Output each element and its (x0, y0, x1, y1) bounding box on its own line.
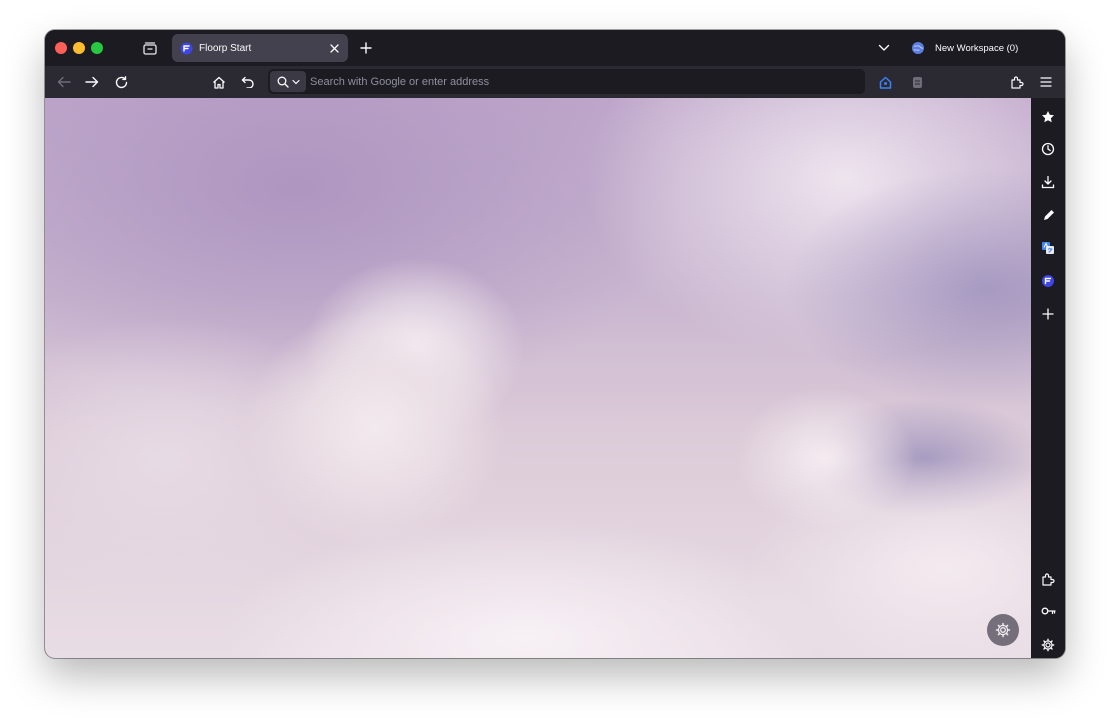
back-icon[interactable] (55, 73, 73, 91)
gear-icon (995, 622, 1011, 638)
add-panel-icon[interactable] (1036, 302, 1060, 326)
reload-icon[interactable] (112, 73, 130, 91)
menu-icon[interactable] (1037, 73, 1055, 91)
browser-window: Floorp Start New Workspace (0) (45, 30, 1065, 658)
passwords-key-icon[interactable] (1036, 599, 1060, 623)
home-icon[interactable] (210, 73, 228, 91)
close-tab-icon[interactable] (326, 40, 342, 56)
floorp-home-icon[interactable] (876, 73, 894, 91)
close-window-button[interactable] (55, 42, 67, 54)
url-input[interactable] (310, 71, 865, 92)
notes-pencil-icon[interactable] (1036, 203, 1060, 227)
tab-manager-icon[interactable] (141, 39, 159, 57)
navigation-toolbar (45, 66, 1065, 98)
forward-icon[interactable] (83, 73, 101, 91)
search-engine-button[interactable] (270, 71, 306, 92)
title-bar: Floorp Start New Workspace (0) (45, 30, 1065, 66)
maximize-window-button[interactable] (91, 42, 103, 54)
bookmarks-star-icon[interactable] (1036, 105, 1060, 129)
new-tab-plus-icon[interactable] (357, 39, 375, 57)
search-icon (277, 76, 289, 88)
workspace-label: New Workspace (0) (935, 42, 1019, 54)
translate-icon[interactable] (1036, 236, 1060, 260)
extensions-icon[interactable] (1008, 73, 1026, 91)
undo-close-tab-icon[interactable] (239, 73, 257, 91)
new-tab-page-background (45, 98, 1031, 658)
tab-title: Floorp Start (199, 42, 252, 54)
globe-icon (911, 41, 925, 55)
downloads-icon[interactable] (1036, 170, 1060, 194)
minimize-window-button[interactable] (73, 42, 85, 54)
settings-gear-icon[interactable] (1036, 633, 1060, 657)
floorp-logo-icon (179, 41, 193, 55)
list-all-tabs-chevron-icon[interactable] (875, 39, 893, 57)
address-bar (268, 69, 865, 94)
tab-floorp-start[interactable]: Floorp Start (172, 34, 348, 62)
workspace-button[interactable]: New Workspace (0) (911, 39, 1018, 57)
sidebar (1031, 98, 1065, 658)
chevron-down-icon (291, 79, 300, 85)
floorp-logo-icon[interactable] (1036, 269, 1060, 293)
history-icon[interactable] (1036, 137, 1060, 161)
container-icon[interactable] (908, 73, 926, 91)
page-settings-button[interactable] (987, 614, 1019, 646)
extensions-icon[interactable] (1036, 567, 1060, 591)
